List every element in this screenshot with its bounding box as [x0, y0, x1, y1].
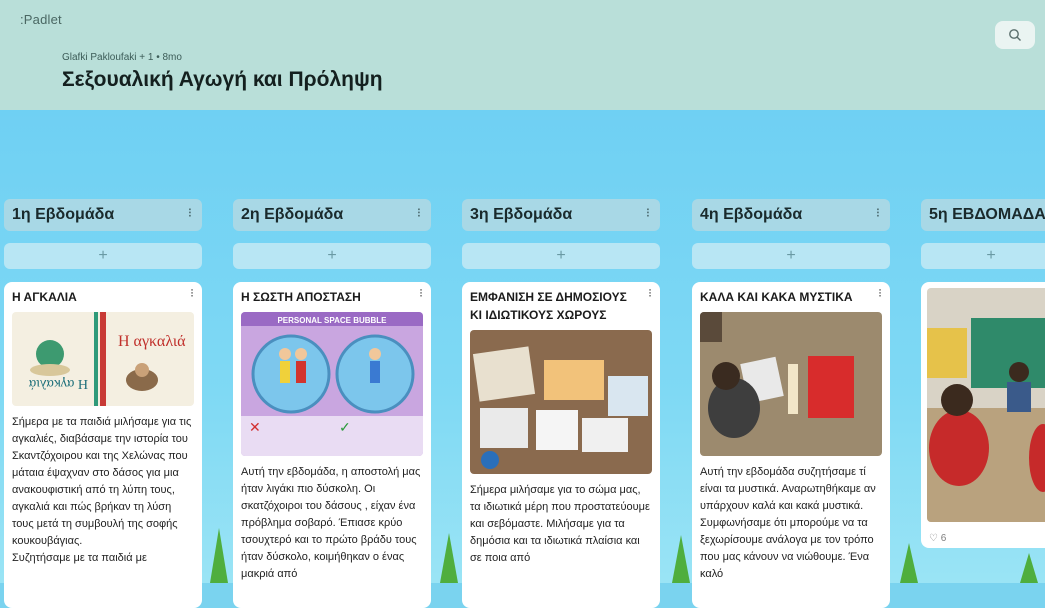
column-week-5: 5η ΕΒΔΟΜΑΔΑ + ♡ 6 — [921, 199, 1045, 548]
post-body: Σήμερα μιλήσαμε για το σώμα μας, τα ιδιω… — [470, 484, 650, 564]
column-week-2: 2η Εβδομάδα ⁝ + Η ΣΩΣΤΗ ΑΠΟΣΤΑΣΗ ⁝ PERSO… — [233, 199, 431, 608]
post-options-icon[interactable]: ⁝ — [648, 286, 652, 300]
column-header[interactable]: 1η Εβδομάδα ⁝ — [4, 199, 202, 231]
post-card[interactable]: ♡ 6 — [921, 282, 1045, 548]
post-options-icon[interactable]: ⁝ — [190, 286, 194, 300]
page-title: Σεξουαλική Αγωγή και Πρόληψη — [62, 68, 383, 91]
post-options-icon[interactable]: ⁝ — [878, 286, 882, 300]
column-week-4: 4η Εβδομάδα ⁝ + ΚΑΛΑ ΚΑΙ ΚΑΚΑ ΜΥΣΤΙΚΑ ⁝ … — [692, 199, 890, 608]
classroom-photo[interactable] — [927, 288, 1045, 522]
book-title-text: Η αγκαλιά — [118, 333, 186, 350]
post-body: Σήμερα με τα παιδιά μιλήσαμε για τις αγκ… — [12, 416, 192, 564]
like-count: 6 — [940, 533, 947, 544]
search-button[interactable] — [995, 21, 1035, 49]
header-bar: :Padlet Glafki Pakloufaki + 1 • 8mo Σεξο… — [0, 0, 1045, 110]
post-title: ΕΜΦΑΝΙΣΗ ΣΕ ΔΗΜΟΣΙΟΥΣ ΚΙ ΙΔΙΩΤΙΚΟΥΣ ΧΩΡΟ… — [470, 290, 627, 322]
check-icon: ✓ — [339, 419, 351, 435]
post-body: Αυτή την εβδομάδα συζητήσαμε τί είναι τα… — [700, 466, 876, 580]
child-sorting-cards-photo — [700, 312, 882, 456]
more-options-icon[interactable]: ⁝ — [646, 205, 650, 221]
column-header[interactable]: 2η Εβδομάδα ⁝ — [233, 199, 431, 231]
column-title: 1η Εβδομάδα — [12, 206, 115, 223]
like-button[interactable]: ♡ 6 — [929, 533, 946, 544]
activity-photo[interactable] — [470, 330, 652, 474]
padlet-logo[interactable]: :Padlet — [20, 12, 62, 27]
search-icon — [1009, 29, 1021, 41]
add-post-button[interactable]: + — [233, 243, 431, 269]
post-card[interactable]: ΚΑΛΑ ΚΑΙ ΚΑΚΑ ΜΥΣΤΙΚΑ ⁝ Αυτή την εβδομάδ… — [692, 282, 890, 608]
post-title: Η ΣΩΣΤΗ ΑΠΟΣΤΑΣΗ — [241, 290, 361, 304]
poster-title: PERSONAL SPACE BUBBLE — [277, 316, 387, 325]
post-title: ΚΑΛΑ ΚΑΙ ΚΑΚΑ ΜΥΣΤΙΚΑ — [700, 290, 853, 304]
column-week-3: 3η Εβδομάδα ⁝ + ΕΜΦΑΝΙΣΗ ΣΕ ΔΗΜΟΣΙΟΥΣ ΚΙ… — [462, 199, 660, 608]
post-card[interactable]: Η ΣΩΣΤΗ ΑΠΟΣΤΑΣΗ ⁝ PERSONAL SPACE BUBBLE… — [233, 282, 431, 608]
personal-space-illustration: PERSONAL SPACE BUBBLE ✕ ✓ — [241, 312, 423, 456]
column-title: 5η ΕΒΔΟΜΑΔΑ — [929, 206, 1045, 223]
column-header[interactable]: 5η ΕΒΔΟΜΑΔΑ — [921, 199, 1045, 231]
post-card[interactable]: Η ΑΓΚΑΛΙΑ ⁝ Η αγκαλιά Η αγκαλιά Σήμερα μ… — [4, 282, 202, 608]
add-post-button[interactable]: + — [462, 243, 660, 269]
activity-photo[interactable] — [700, 312, 882, 456]
cards-on-floor-photo — [470, 330, 652, 474]
column-title: 4η Εβδομάδα — [700, 206, 803, 223]
post-title: Η ΑΓΚΑΛΙΑ — [12, 290, 77, 304]
column-header[interactable]: 4η Εβδομάδα ⁝ — [692, 199, 890, 231]
add-post-button[interactable]: + — [692, 243, 890, 269]
more-options-icon[interactable]: ⁝ — [876, 205, 880, 221]
book-title-mirror: Η αγκαλιά — [28, 376, 88, 391]
column-week-1: 1η Εβδομάδα ⁝ + Η ΑΓΚΑΛΙΑ ⁝ Η αγκαλιά Η … — [4, 199, 202, 608]
more-options-icon[interactable]: ⁝ — [188, 205, 192, 221]
classroom-reading-photo — [927, 288, 1045, 522]
author-meta[interactable]: Glafki Pakloufaki + 1 • 8mo — [62, 52, 182, 63]
cross-icon: ✕ — [249, 419, 261, 435]
column-title: 2η Εβδομάδα — [241, 206, 344, 223]
post-options-icon[interactable]: ⁝ — [419, 286, 423, 300]
poster-image[interactable]: PERSONAL SPACE BUBBLE ✕ ✓ — [241, 312, 423, 456]
post-card[interactable]: ΕΜΦΑΝΙΣΗ ΣΕ ΔΗΜΟΣΙΟΥΣ ΚΙ ΙΔΙΩΤΙΚΟΥΣ ΧΩΡΟ… — [462, 282, 660, 608]
column-title: 3η Εβδομάδα — [470, 206, 573, 223]
post-body: Αυτή την εβδομάδα, η αποστολή μας ήταν λ… — [241, 466, 421, 580]
more-options-icon[interactable]: ⁝ — [417, 205, 421, 221]
column-header[interactable]: 3η Εβδομάδα ⁝ — [462, 199, 660, 231]
add-post-button[interactable]: + — [921, 243, 1045, 269]
book-cover-illustration: Η αγκαλιά Η αγκαλιά — [12, 312, 194, 406]
heart-icon: ♡ — [929, 533, 938, 544]
add-post-button[interactable]: + — [4, 243, 202, 269]
book-cover-image[interactable]: Η αγκαλιά Η αγκαλιά — [12, 312, 194, 406]
